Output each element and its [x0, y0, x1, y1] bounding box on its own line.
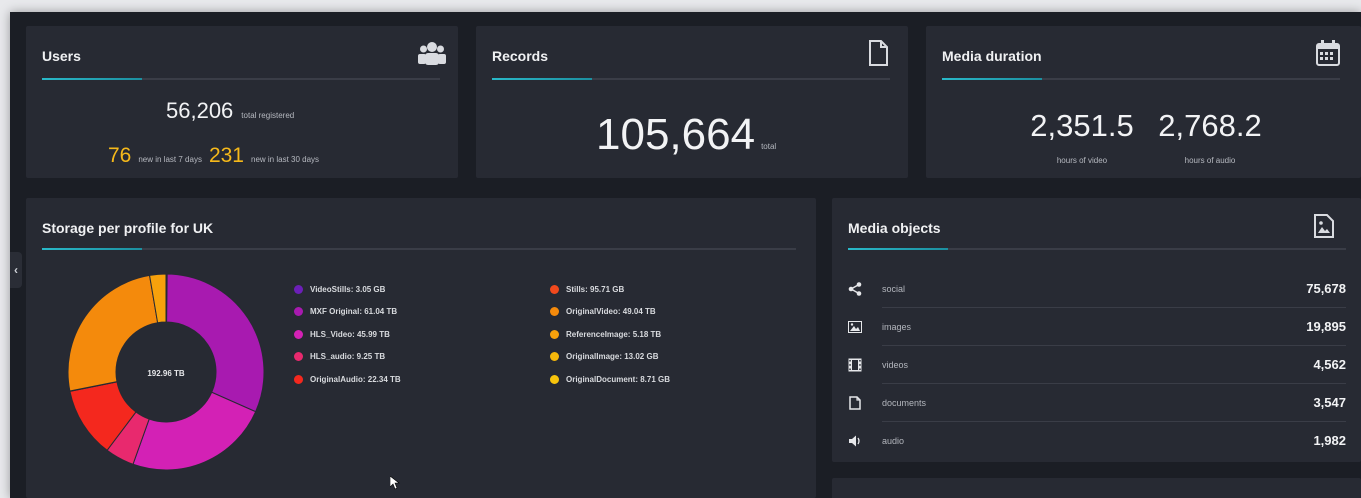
document-icon — [848, 395, 862, 410]
legend-label: VideoStills: 3.05 GB — [310, 284, 386, 294]
users-card: Users 56,206 total registered 76 new in … — [26, 26, 458, 178]
users-new30-value: 231 — [208, 144, 244, 167]
media-row-label: videos — [882, 359, 909, 370]
speaker-icon — [848, 434, 862, 448]
users-total-label: total registered — [241, 111, 295, 120]
media-row-videos: videos 4,562 — [848, 346, 1346, 383]
share-icon — [848, 281, 862, 296]
media-objects-card: Media objects social 75,678 images 19,89… — [832, 198, 1361, 462]
document-icon — [868, 40, 888, 71]
film-icon — [848, 358, 862, 372]
records-total-value: 105,664 — [596, 110, 756, 159]
legend-label: Stills: 95.71 GB — [566, 284, 625, 294]
records-title: Records — [492, 48, 549, 64]
storage-title: Storage per profile for UK — [42, 220, 214, 236]
legend-swatch — [294, 284, 303, 294]
video-hours-value: 2,351.5 — [1030, 108, 1134, 143]
legend-swatch — [550, 352, 559, 362]
legend-swatch — [294, 374, 303, 384]
legend-label: OriginalVideo: 49.04 TB — [566, 307, 656, 317]
records-divider — [492, 78, 890, 80]
donut-center-label: 192.96 TB — [147, 369, 185, 378]
users-title: Users — [42, 48, 81, 64]
legend-item[interactable]: Stills: 95.71 GB — [550, 278, 670, 301]
legend-item[interactable]: OriginalImage: 13.02 GB — [550, 346, 670, 369]
legend-column-1: VideoStills: 3.05 GB MXF Original: 61.04 … — [294, 278, 401, 391]
sidebar-collapse-toggle[interactable]: ‹ — [10, 252, 22, 288]
legend-item[interactable]: VideoStills: 3.05 GB — [294, 278, 401, 301]
legend-swatch — [294, 352, 303, 362]
audio-hours-value: 2,768.2 — [1158, 108, 1262, 143]
video-hours-label: hours of video — [1056, 156, 1108, 165]
image-icon — [848, 320, 862, 334]
media-row-audio: audio 1,982 — [848, 422, 1346, 459]
audio-hours-label: hours of audio — [1184, 156, 1236, 165]
legend-label: OriginalAudio: 22.34 TB — [310, 374, 401, 384]
legend-item[interactable]: ReferenceImage: 5.18 TB — [550, 323, 670, 346]
media-objects-title: Media objects — [848, 220, 941, 236]
dashboard: ‹ Users 56,206 total registered 76 new i… — [10, 12, 1361, 498]
legend-swatch — [550, 329, 559, 339]
donut-slice-originalvideo[interactable] — [67, 274, 159, 392]
media-row-label: audio — [882, 435, 905, 446]
legend-swatch — [294, 329, 303, 339]
mouse-pointer-icon — [390, 476, 400, 490]
legend-swatch — [550, 374, 559, 384]
legend-label: OriginalImage: 13.02 GB — [566, 352, 659, 362]
records-card: Records 105,664 total — [476, 26, 908, 178]
users-new30-label: new in last 30 days — [251, 155, 320, 164]
records-total-label: total — [761, 142, 777, 151]
legend-swatch — [550, 284, 559, 294]
storage-divider — [42, 248, 796, 250]
media-duration-title: Media duration — [942, 48, 1042, 64]
media-file-icon — [1314, 214, 1334, 243]
users-icon — [418, 40, 446, 71]
media-row-label: social — [882, 283, 906, 294]
calendar-icon — [1316, 40, 1340, 71]
legend-swatch — [550, 307, 559, 317]
legend-item[interactable]: HLS_Video: 45.99 TB — [294, 323, 401, 346]
legend-label: MXF Original: 61.04 TB — [310, 307, 398, 317]
legend-label: HLS_audio: 9.25 TB — [310, 352, 386, 362]
users-divider — [42, 78, 440, 80]
media-row-documents: documents 3,547 — [848, 384, 1346, 421]
storage-donut-chart: 192.96 TB — [67, 273, 265, 471]
users-new7-value: 76 — [108, 144, 132, 167]
donut-slice-hls-video[interactable] — [132, 391, 257, 471]
users-new7-label: new in last 7 days — [138, 155, 202, 164]
media-duration-card: Media duration 2,351.5 hours of video 2,… — [926, 26, 1361, 178]
media-row-label: documents — [882, 397, 927, 408]
donut-slice-videostills[interactable] — [165, 273, 168, 323]
legend-label: OriginalDocument: 8.71 GB — [566, 374, 671, 384]
storage-card: Storage per profile for UK 192.96 TB Vid… — [26, 198, 816, 498]
media-row-value: 1,982 — [1313, 433, 1346, 448]
media-row-images: images 19,895 — [848, 308, 1346, 345]
legend-item[interactable]: MXF Original: 61.04 TB — [294, 301, 401, 324]
legend-item[interactable]: OriginalVideo: 49.04 TB — [550, 301, 670, 324]
media-row-value: 19,895 — [1306, 319, 1346, 334]
legend-label: ReferenceImage: 5.18 TB — [566, 329, 662, 339]
media-row-social: social 75,678 — [848, 270, 1346, 307]
users-total-value: 56,206 — [166, 98, 234, 123]
legend-column-2: Stills: 95.71 GB OriginalVideo: 49.04 TB R… — [550, 278, 670, 391]
media-row-value: 4,562 — [1313, 357, 1346, 372]
bottom-card — [832, 478, 1361, 498]
legend-item[interactable]: OriginalAudio: 22.34 TB — [294, 368, 401, 391]
legend-swatch — [294, 307, 303, 317]
legend-item[interactable]: HLS_audio: 9.25 TB — [294, 346, 401, 369]
chevron-left-icon: ‹ — [14, 263, 18, 277]
media-duration-divider — [942, 78, 1340, 80]
media-row-value: 3,547 — [1313, 395, 1346, 410]
media-objects-divider — [848, 248, 1346, 250]
legend-item[interactable]: OriginalDocument: 8.71 GB — [550, 368, 670, 391]
media-row-label: images — [882, 321, 912, 332]
donut-slice-mxf-original[interactable] — [165, 273, 265, 413]
media-row-value: 75,678 — [1306, 281, 1346, 296]
legend-label: HLS_Video: 45.99 TB — [310, 329, 390, 339]
